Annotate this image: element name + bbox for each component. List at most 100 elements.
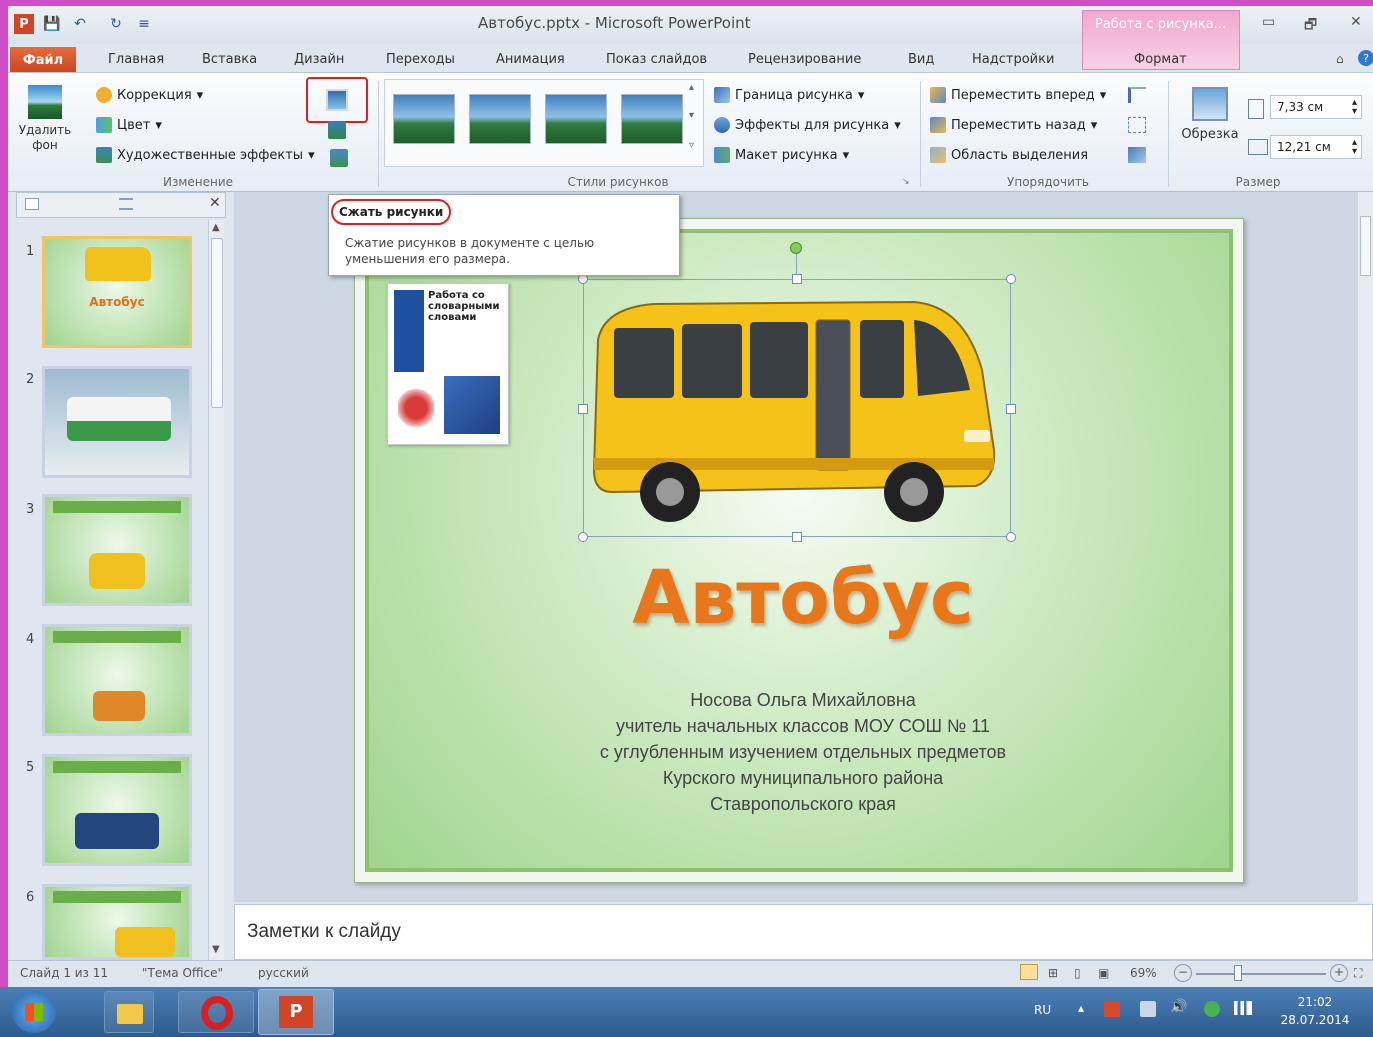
height-input[interactable]: 7,33 см ▴ ▾ [1270, 95, 1362, 119]
close-panel-icon[interactable]: ✕ [209, 195, 221, 211]
gallery-scroll-up-icon[interactable]: ▴ [689, 82, 694, 93]
tab-slides-icon[interactable] [25, 198, 39, 210]
show-hidden-icons-icon[interactable]: ▴ [1078, 1001, 1084, 1015]
minimize-icon[interactable]: ▭ [1262, 14, 1275, 30]
tab-design[interactable]: Дизайн [294, 48, 344, 70]
reset-picture-icon[interactable] [330, 149, 348, 167]
bring-forward-button[interactable]: Переместить вперед ▾ [930, 87, 1106, 103]
slideshow-icon[interactable]: ▣ [1098, 966, 1109, 980]
tab-outline-icon[interactable] [119, 198, 133, 210]
crop-button[interactable]: Обрезка [1174, 81, 1246, 171]
tab-format[interactable]: Формат [1134, 48, 1187, 70]
book-cover-image[interactable]: Работа со словарными словами [387, 283, 509, 445]
reading-view-icon[interactable]: ▯ [1074, 966, 1081, 980]
group-icon[interactable] [1128, 117, 1146, 133]
gallery-scroll-down-icon[interactable]: ▾ [689, 110, 694, 121]
resize-handle-s[interactable] [792, 532, 802, 542]
resize-handle-n[interactable] [792, 274, 802, 284]
fit-to-window-icon[interactable]: ⛶ [1354, 966, 1362, 981]
minimize-ribbon-icon[interactable]: ⌂ [1336, 52, 1344, 66]
normal-view-icon[interactable] [1020, 964, 1038, 980]
tab-view[interactable]: Вид [908, 48, 934, 70]
help-icon[interactable]: ? [1358, 50, 1373, 66]
tab-review[interactable]: Рецензирование [748, 48, 861, 70]
resize-handle-ne[interactable] [1006, 274, 1016, 284]
powerpoint-logo-icon[interactable]: P [14, 14, 34, 34]
picture-style-1[interactable] [393, 94, 455, 144]
resize-handle-w[interactable] [578, 404, 588, 414]
scroll-thumb[interactable] [1360, 216, 1371, 276]
resize-handle-sw[interactable] [578, 532, 588, 542]
update-icon[interactable] [1204, 1001, 1220, 1017]
slide-sorter-icon[interactable]: ⊞ [1048, 966, 1058, 980]
align-icon[interactable] [1128, 87, 1146, 103]
picture-layout-button[interactable]: Макет рисунка ▾ [714, 147, 849, 163]
selection-pane-button[interactable]: Область выделения [930, 147, 1088, 163]
signal-icon[interactable] [1234, 1001, 1252, 1015]
zoom-out-icon[interactable]: − [1174, 964, 1192, 982]
close-icon[interactable]: ✕ [1350, 14, 1362, 30]
slide-subtitle[interactable]: Носова Ольга Михайловна учитель начальны… [369, 687, 1237, 817]
network-tray-icon[interactable] [1140, 1001, 1156, 1017]
spinner-icon[interactable]: ▴ ▾ [1352, 98, 1357, 117]
taskbar-opera-button[interactable] [178, 991, 254, 1033]
tab-file[interactable]: Файл [10, 47, 76, 73]
zoom-level[interactable]: 69% [1130, 966, 1157, 980]
customize-qat-icon[interactable]: ≡ [134, 14, 154, 34]
zoom-slider-thumb[interactable] [1234, 965, 1242, 981]
resize-handle-se[interactable] [1006, 532, 1016, 542]
scroll-thumb[interactable] [211, 238, 223, 408]
action-center-icon[interactable] [1104, 1001, 1120, 1017]
zoom-in-icon[interactable]: + [1330, 964, 1348, 982]
theme-name[interactable]: "Тема Office" [142, 966, 223, 980]
slide-thumbnail-6[interactable] [42, 884, 192, 960]
slide-title[interactable]: Автобус [369, 555, 1237, 641]
undo-icon[interactable]: ↶ [70, 14, 90, 34]
tab-addins[interactable]: Надстройки [972, 48, 1054, 70]
picture-style-2[interactable] [469, 94, 531, 144]
gallery-more-icon[interactable]: ▿ [689, 140, 694, 151]
resize-handle-e[interactable] [1006, 404, 1016, 414]
picture-border-button[interactable]: Граница рисунка ▾ [714, 87, 864, 103]
language-indicator[interactable]: русский [258, 966, 309, 980]
taskbar-powerpoint-button[interactable]: P [258, 989, 334, 1035]
artistic-effects-button[interactable]: Художественные эффекты ▾ [96, 147, 315, 163]
clock[interactable]: 21:02 28.07.2014 [1270, 993, 1360, 1029]
spinner-icon[interactable]: ▴ ▾ [1352, 138, 1357, 157]
redo-icon[interactable]: ↻ [106, 14, 126, 34]
send-backward-button[interactable]: Переместить назад ▾ [930, 117, 1097, 133]
notes-pane[interactable]: Заметки к слайду [234, 904, 1373, 960]
slide-thumbnail-2[interactable] [42, 366, 192, 478]
restore-icon[interactable]: 🗗 [1304, 14, 1317, 38]
volume-icon[interactable]: 🔊 [1170, 999, 1187, 1015]
color-button[interactable]: Цвет ▾ [96, 117, 162, 133]
rotate-icon[interactable] [1128, 147, 1146, 163]
editor-scrollbar[interactable] [1358, 192, 1373, 902]
zoom-slider-track[interactable] [1196, 973, 1326, 975]
start-button[interactable] [12, 991, 56, 1033]
tab-transitions[interactable]: Переходы [386, 48, 455, 70]
dialog-launcher-icon[interactable]: ↘ [902, 177, 910, 187]
slide-thumbnail-4[interactable] [42, 624, 192, 736]
corrections-button[interactable]: Коррекция ▾ [96, 87, 203, 103]
tab-slideshow[interactable]: Показ слайдов [606, 48, 707, 70]
picture-styles-gallery[interactable]: ▴ ▾ ▿ [384, 79, 704, 167]
language-indicator[interactable]: RU [1034, 1003, 1051, 1017]
slide-thumbnail-3[interactable] [42, 494, 192, 606]
tab-insert[interactable]: Вставка [202, 48, 257, 70]
taskbar-explorer-button[interactable] [104, 991, 154, 1033]
scroll-up-icon[interactable]: ▲ [212, 222, 220, 233]
panel-scrollbar[interactable]: ▲ ▼ [208, 220, 224, 960]
change-picture-icon[interactable] [328, 121, 346, 139]
slide-thumbnail-1[interactable]: Автобус [42, 236, 192, 348]
scroll-down-icon[interactable]: ▼ [212, 944, 220, 955]
picture-style-3[interactable] [545, 94, 607, 144]
tab-animations[interactable]: Анимация [496, 48, 565, 70]
save-icon[interactable]: 💾 [42, 14, 62, 34]
picture-style-4[interactable] [621, 94, 683, 144]
compress-pictures-button[interactable] [306, 77, 368, 123]
rotation-handle[interactable] [790, 242, 802, 254]
slide-thumbnail-5[interactable] [42, 754, 192, 866]
remove-background-button[interactable]: Удалить фон [12, 81, 78, 171]
bus-picture[interactable] [578, 242, 1016, 542]
